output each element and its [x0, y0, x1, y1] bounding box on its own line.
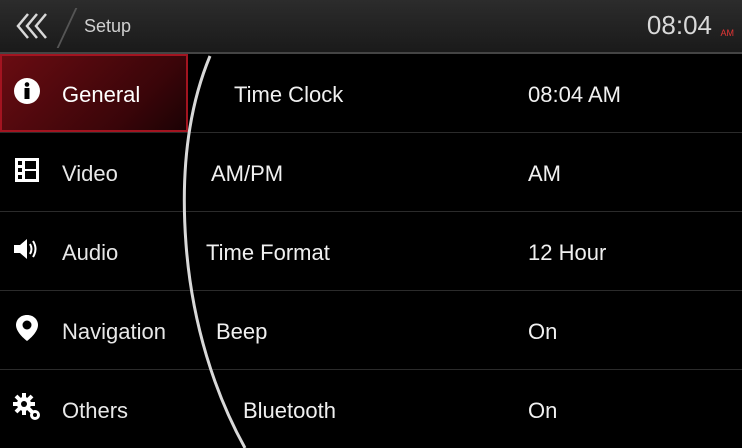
setting-value: On	[528, 398, 558, 423]
header-clock: 08:04	[646, 10, 712, 40]
top-bar: Setup 08:04 AM	[0, 0, 742, 54]
setting-value: 12 Hour	[528, 240, 607, 265]
setting-row-time-format[interactable]: Time Format 12 Hour	[0, 212, 742, 291]
header-clock-ampm: AM	[720, 28, 735, 38]
setting-row-am-pm[interactable]: AM/PM AM	[0, 133, 742, 212]
setting-name: Beep	[216, 319, 268, 344]
setting-value: 08:04 AM	[528, 82, 621, 107]
setting-value: On	[528, 319, 558, 344]
back-chevrons-icon	[16, 13, 47, 39]
back-button[interactable]	[0, 0, 66, 52]
setting-value: AM	[528, 161, 561, 186]
setting-name: Time Clock	[234, 82, 344, 107]
setting-row-bluetooth[interactable]: Bluetooth On	[0, 370, 742, 448]
setting-row-time-clock[interactable]: Time Clock 08:04 AM	[0, 54, 742, 133]
setting-row-beep[interactable]: Beep On	[0, 291, 742, 370]
setting-name: Bluetooth	[243, 398, 336, 423]
page-title: Setup	[84, 16, 132, 36]
setting-name: AM/PM	[211, 161, 284, 186]
setting-name: Time Format	[206, 240, 330, 265]
